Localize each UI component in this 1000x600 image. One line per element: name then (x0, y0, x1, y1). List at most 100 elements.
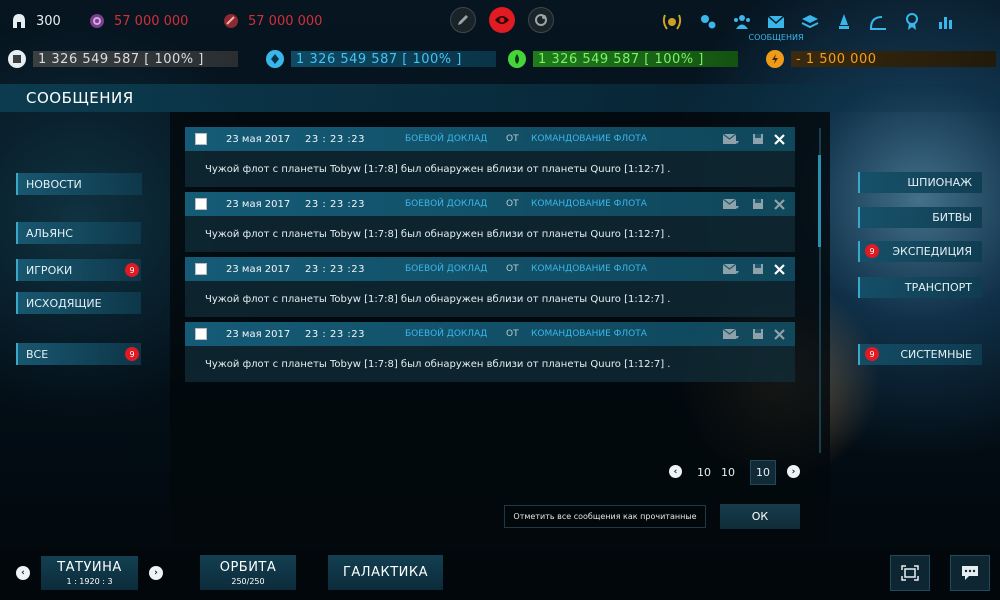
mark-all-read-button[interactable]: Отметить все сообщения как прочитанные (504, 505, 706, 528)
left-nav-item-outgoing[interactable]: ИСХОДЯЩИЕ (16, 292, 141, 314)
energy-value: - 1 500 000 (791, 51, 996, 67)
galaxy-label: ГАЛАКТИКА (342, 565, 428, 580)
message-sender[interactable]: командование флота (531, 199, 647, 209)
next-planet-button[interactable]: › (149, 566, 163, 580)
current-page[interactable]: 10 (750, 460, 776, 485)
message-sender[interactable]: командование флота (531, 264, 647, 274)
message-type[interactable]: боевой доклад (405, 329, 487, 339)
deuterium-value: 1 326 549 587 [ 100% ] (533, 51, 738, 67)
title-bar: СООБЩЕНИЯ (0, 84, 1000, 112)
resources-button[interactable] (793, 10, 827, 34)
chat-button[interactable] (950, 555, 990, 591)
close-icon (773, 198, 785, 210)
message-checkbox[interactable] (195, 263, 207, 275)
left-nav-item-all[interactable]: ВСЕ 9 (16, 343, 141, 365)
message-date: 23 мая 2017 (226, 263, 291, 275)
messages-scroll-thumb[interactable] (818, 155, 821, 247)
prev-planet-button[interactable]: ‹ (16, 566, 30, 580)
helmet-icon (10, 12, 28, 30)
right-nav-item-system[interactable]: 9 СИСТЕМНЫЕ (858, 344, 982, 365)
message-sender[interactable]: командование флота (531, 329, 647, 339)
mail-reply-icon (722, 133, 739, 144)
message-checkbox[interactable] (195, 198, 207, 210)
delete-button[interactable] (770, 131, 788, 147)
save-button[interactable] (749, 131, 767, 147)
message-from-label: от (506, 264, 519, 274)
fullscreen-icon (901, 565, 919, 581)
players-button[interactable] (725, 10, 759, 34)
layers-icon (801, 15, 819, 29)
planet-selector[interactable]: ТАТУИНА 1 : 1920 : 3 (41, 556, 138, 590)
laurel-icon (662, 14, 682, 30)
top-nav-icons: сообщения (655, 10, 963, 42)
planet-coords: 1 : 1920 : 3 (66, 577, 113, 586)
metal-icon (8, 50, 26, 68)
chat-icon (962, 566, 978, 580)
delete-button[interactable] (770, 196, 788, 212)
view-mode-button[interactable] (489, 7, 515, 33)
page-title: СООБЩЕНИЯ (26, 89, 134, 107)
save-button[interactable] (749, 196, 767, 212)
reply-button[interactable] (722, 196, 740, 212)
left-nav-label: НОВОСТИ (26, 177, 82, 191)
reply-button[interactable] (722, 261, 740, 277)
chevron-left-icon: ‹ (673, 466, 678, 477)
floppy-icon (753, 329, 763, 339)
message-time: 23 : 23 :23 (305, 263, 365, 275)
unread-badge: 9 (125, 263, 139, 277)
messages-button[interactable]: сообщения (748, 10, 804, 42)
message-date: 23 мая 2017 (226, 328, 291, 340)
next-page-button[interactable]: › (787, 465, 800, 478)
orbit-button[interactable]: ОРБИТА 250/250 (200, 555, 296, 590)
save-button[interactable] (749, 326, 767, 342)
mail-reply-icon (722, 263, 739, 274)
page-number[interactable]: 10 (697, 466, 711, 479)
message-type[interactable]: боевой доклад (405, 134, 487, 144)
defense-button[interactable] (861, 10, 895, 34)
fleet-button[interactable] (827, 10, 861, 34)
research-button[interactable] (691, 10, 725, 34)
envelope-icon (767, 15, 785, 28)
eye-icon (495, 16, 509, 24)
message-checkbox[interactable] (195, 328, 207, 340)
awards-button[interactable] (895, 10, 929, 34)
right-nav-item-expedition[interactable]: 9 ЭКСПЕДИЦИЯ (858, 241, 982, 262)
crystal-icon (266, 50, 284, 68)
rank-button[interactable] (655, 10, 689, 34)
message-checkbox[interactable] (195, 133, 207, 145)
save-button[interactable] (749, 261, 767, 277)
left-nav-label: ВСЕ (26, 347, 49, 361)
right-nav-item-espionage[interactable]: ШПИОНАЖ (858, 172, 982, 193)
message-type[interactable]: боевой доклад (405, 264, 487, 274)
message-text: Чужой флот с планеты Tobyw [1:7:8] был о… (205, 293, 671, 305)
close-icon (773, 263, 785, 275)
page-number[interactable]: 10 (721, 466, 735, 479)
left-nav-item-news[interactable]: НОВОСТИ (16, 173, 142, 195)
resource-deuterium: 1 326 549 587 [ 100% ] (500, 48, 738, 70)
galaxy-button[interactable]: ГАЛАКТИКА (328, 555, 443, 590)
resource-bar: 1 326 549 587 [ 100% ] 1 326 549 587 [ 1… (0, 48, 1000, 70)
dark-matter-icon (222, 12, 240, 30)
right-nav-item-battles[interactable]: БИТВЫ (858, 207, 982, 228)
statistics-button[interactable] (929, 10, 963, 34)
reply-button[interactable] (722, 131, 740, 147)
message-type[interactable]: боевой доклад (405, 199, 487, 209)
left-nav-label: ИСХОДЯЩИЕ (26, 296, 102, 310)
left-nav-label: АЛЬЯНС (26, 226, 73, 240)
planet-mode-button[interactable] (528, 7, 554, 33)
delete-button[interactable] (770, 261, 788, 277)
delete-button[interactable] (770, 326, 788, 342)
right-nav-label: БИТВЫ (932, 211, 972, 224)
left-nav-item-alliance[interactable]: АЛЬЯНС (16, 222, 141, 244)
fullscreen-button[interactable] (890, 555, 930, 591)
right-nav-label: ЭКСПЕДИЦИЯ (892, 245, 972, 258)
right-nav-item-transport[interactable]: ТРАНСПОРТ (858, 277, 982, 298)
left-nav-item-players[interactable]: ИГРОКИ 9 (16, 259, 141, 281)
edit-mode-button[interactable] (450, 7, 476, 33)
reply-button[interactable] (722, 326, 740, 342)
message-sender[interactable]: командование флота (531, 134, 647, 144)
chevron-right-icon: › (791, 466, 796, 477)
prev-page-button[interactable]: ‹ (669, 465, 682, 478)
ok-button[interactable]: ОК (720, 504, 800, 529)
mark-all-read-label: Отметить все сообщения как прочитанные (513, 512, 697, 521)
